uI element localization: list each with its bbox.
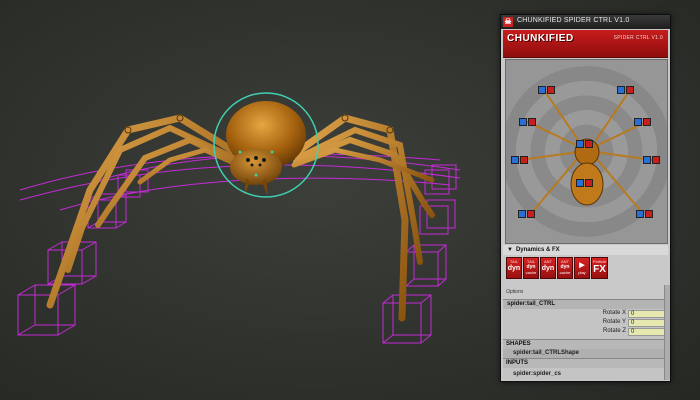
selected-node-name[interactable]: spider:tail_CTRL <box>503 299 668 309</box>
leg-mid-back-left-toggle[interactable] <box>511 156 529 164</box>
attr-row-rotate-y[interactable]: Rotate Y 0 <box>503 318 668 327</box>
locator-cube <box>382 294 432 344</box>
ik-fk-toggle-icon[interactable] <box>617 86 625 94</box>
play-icon: ▶ <box>579 262 585 269</box>
window-titlebar[interactable]: ☠ CHUNKIFIED SPIDER CTRL V1.0 <box>501 15 670 29</box>
spider-head <box>230 149 282 185</box>
spider-ctrl-panel: ☠ CHUNKIFIED SPIDER CTRL V1.0 CHUNKIFIED… <box>500 14 671 382</box>
ik-fk-toggle-icon[interactable] <box>518 210 526 218</box>
ik-fk-toggle-icon[interactable] <box>576 140 584 148</box>
locator-cube <box>405 244 447 287</box>
brand-logo-text: CHUNKIFIED <box>507 33 574 44</box>
leg-front-right-toggle[interactable] <box>617 86 635 94</box>
particle-fx-button[interactable]: Particle FX <box>591 257 608 279</box>
leg-mid-front-right-toggle[interactable] <box>634 118 652 126</box>
shapes-header: SHAPES <box>503 339 668 349</box>
leg-back-left-toggle[interactable] <box>518 210 536 218</box>
head-ctrl-toggle[interactable] <box>576 140 594 148</box>
channel-box: spider:tail_CTRL Rotate X 0 Rotate Y 0 R… <box>503 299 668 380</box>
rotate-x-field[interactable]: 0 <box>628 310 666 318</box>
ik-fk-toggle-icon[interactable] <box>645 210 653 218</box>
shape-node-name[interactable]: spider:tail_CTRLShape <box>503 349 668 358</box>
ant-cache-button[interactable]: ANT dyn cache <box>557 257 573 279</box>
panel-scrollbar[interactable] <box>664 285 670 380</box>
window-title: CHUNKIFIED SPIDER CTRL V1.0 <box>517 17 630 24</box>
ik-fk-toggle-icon[interactable] <box>528 118 536 126</box>
ik-fk-toggle-icon[interactable] <box>634 118 642 126</box>
ik-fk-toggle-icon[interactable] <box>519 118 527 126</box>
options-label: Options <box>506 289 524 295</box>
input-node-name[interactable]: spider:spider_cs <box>503 368 668 380</box>
ik-fk-toggle-icon[interactable] <box>547 86 555 94</box>
ik-fk-toggle-icon[interactable] <box>585 179 593 187</box>
collapse-arrow-icon[interactable]: ▼ <box>507 245 513 255</box>
rotate-z-field[interactable]: 0 <box>628 328 666 336</box>
tail-cache-button[interactable]: TAIL dyn cache <box>523 257 539 279</box>
ik-fk-toggle-icon[interactable] <box>576 179 584 187</box>
leg-front-left-toggle[interactable] <box>538 86 556 94</box>
ik-fk-toggle-icon[interactable] <box>527 210 535 218</box>
rotate-y-field[interactable]: 0 <box>628 319 666 327</box>
attr-row-rotate-x[interactable]: Rotate X 0 <box>503 309 668 318</box>
brand-subtitle: SPIDER CTRL V1.0 <box>613 35 663 41</box>
dynamics-fx-label: Dynamics & FX <box>515 247 560 253</box>
ik-fk-toggle-icon[interactable] <box>643 118 651 126</box>
spider-logo-icon: ☠ <box>503 17 513 27</box>
ik-fk-toggle-icon[interactable] <box>652 156 660 164</box>
body-ctrl-toggle[interactable] <box>576 179 594 187</box>
leg-mid-front-left-toggle[interactable] <box>519 118 537 126</box>
ik-fk-toggle-icon[interactable] <box>636 210 644 218</box>
leg-mid-back-right-toggle[interactable] <box>643 156 661 164</box>
ik-fk-toggle-icon[interactable] <box>520 156 528 164</box>
dynamics-button-row: TAIL dyn TAIL dyn cache ANT dyn ANT dyn … <box>506 257 608 279</box>
ik-fk-toggle-icon[interactable] <box>585 140 593 148</box>
play-button[interactable]: ▶ play <box>574 257 590 279</box>
attr-row-rotate-z[interactable]: Rotate Z 0 <box>503 327 668 336</box>
inputs-header: INPUTS <box>503 358 668 368</box>
leg-back-right-toggle[interactable] <box>636 210 654 218</box>
ik-fk-toggle-icon[interactable] <box>626 86 634 94</box>
ik-fk-toggle-icon[interactable] <box>511 156 519 164</box>
brand-banner: CHUNKIFIED SPIDER CTRL V1.0 <box>503 30 668 58</box>
ik-fk-toggle-icon[interactable] <box>643 156 651 164</box>
locator-cube <box>17 284 76 336</box>
locator-cubes <box>17 164 457 344</box>
dynamics-fx-section-header[interactable]: ▼ Dynamics & FX <box>503 245 668 255</box>
ant-dyn-button[interactable]: ANT dyn <box>540 257 556 279</box>
tail-dyn-button[interactable]: TAIL dyn <box>506 257 522 279</box>
rig-picker <box>505 59 668 244</box>
ik-fk-toggle-icon[interactable] <box>538 86 546 94</box>
